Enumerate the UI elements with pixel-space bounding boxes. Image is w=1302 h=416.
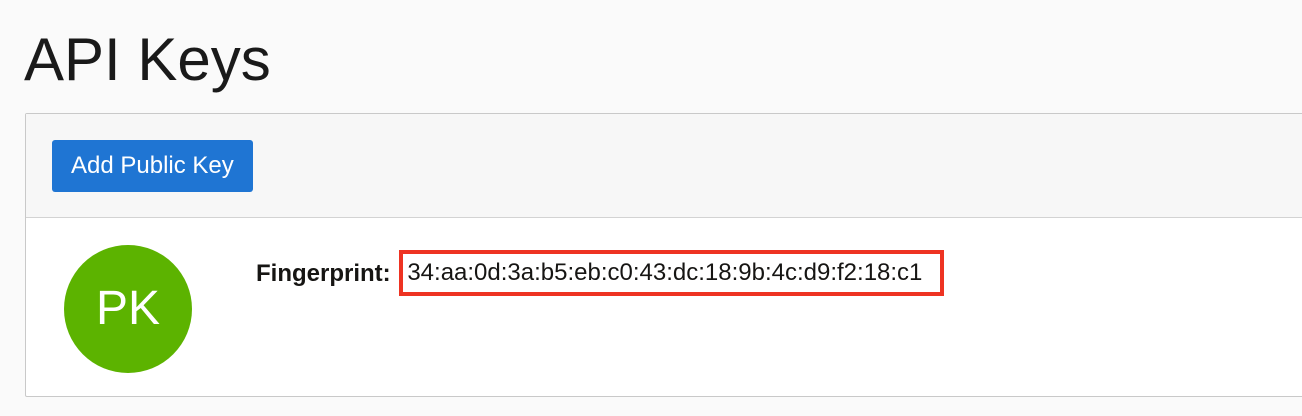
add-public-key-button[interactable]: Add Public Key [52, 140, 253, 192]
fingerprint-value[interactable]: 34:aa:0d:3a:b5:eb:c0:43:dc:18:9b:4c:d9:f… [399, 250, 945, 296]
page: API Keys Add Public Key PK Fingerprint: … [0, 0, 1302, 416]
fingerprint-line: Fingerprint: 34:aa:0d:3a:b5:eb:c0:43:dc:… [256, 250, 945, 297]
toolbar: Add Public Key [26, 114, 1302, 218]
key-avatar: PK [64, 245, 192, 373]
api-key-row: PK Fingerprint: 34:aa:0d:3a:b5:eb:c0:43:… [26, 218, 1302, 397]
api-keys-panel: Add Public Key PK Fingerprint: 34:aa:0d:… [25, 113, 1302, 397]
page-title: API Keys [24, 26, 271, 93]
fingerprint-label: Fingerprint: [256, 260, 391, 287]
